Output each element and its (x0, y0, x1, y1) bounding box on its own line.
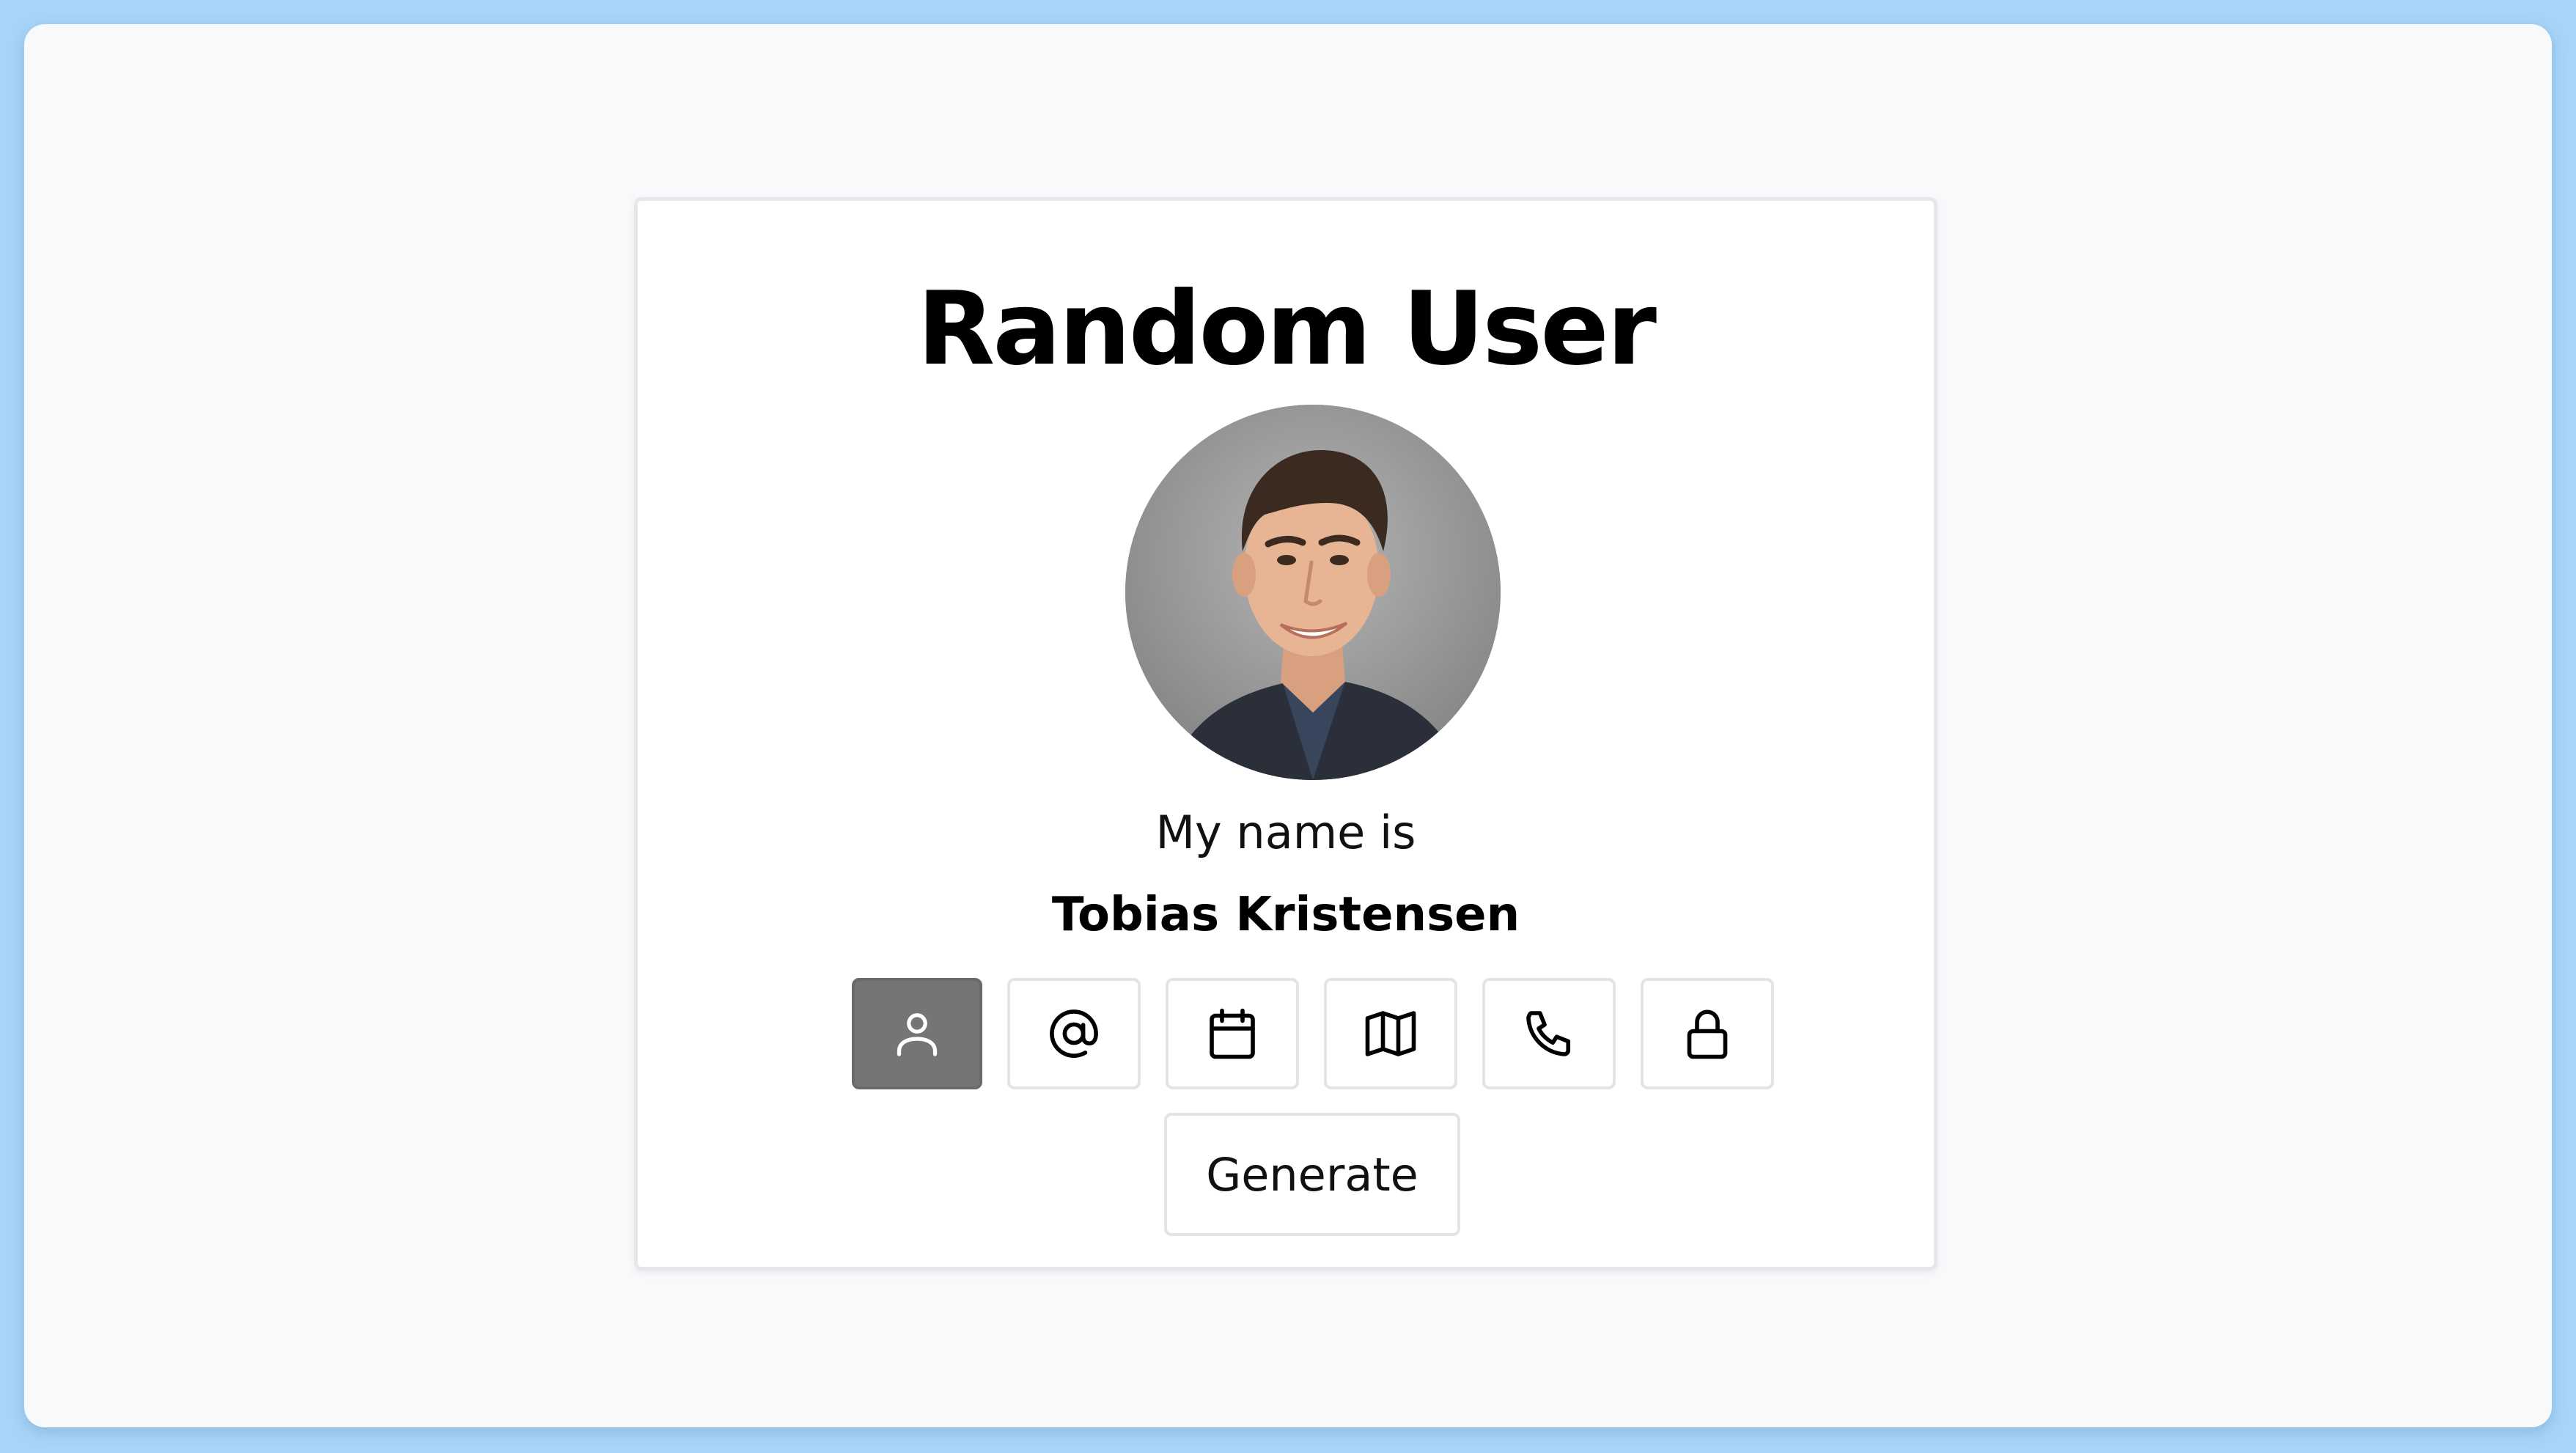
password-info-button[interactable] (1641, 978, 1774, 1089)
user-icon (897, 1013, 938, 1056)
map-icon (1365, 1011, 1416, 1056)
info-value: Tobias Kristensen (1051, 888, 1520, 942)
calendar-icon (1210, 1008, 1255, 1059)
phone-info-button[interactable] (1482, 978, 1616, 1089)
at-sign-icon (1050, 1009, 1098, 1058)
app-window: Random User My name is Tobias Kristensen… (24, 24, 2552, 1427)
user-photo-icon (1125, 405, 1501, 780)
user-card: Random User My name is Tobias Kristensen… (634, 197, 1937, 1270)
info-label: My name is (1155, 806, 1416, 859)
user-info-button[interactable] (852, 978, 982, 1089)
address-info-button[interactable] (1324, 978, 1457, 1089)
generate-button[interactable]: Generate (1164, 1113, 1460, 1236)
lock-icon (1687, 1009, 1728, 1059)
page-title: Random User (917, 270, 1657, 388)
info-button-row (852, 978, 1774, 1089)
birthday-info-button[interactable] (1166, 978, 1299, 1089)
avatar (1125, 405, 1501, 780)
phone-icon (1526, 1011, 1571, 1056)
email-info-button[interactable] (1007, 978, 1141, 1089)
